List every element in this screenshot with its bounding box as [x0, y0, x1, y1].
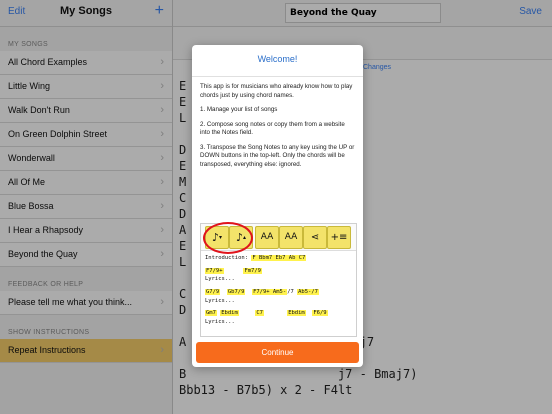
step-3-text: 3. Transpose the Song Notes to any key u…: [200, 143, 355, 168]
preview-chord: C7: [255, 310, 264, 317]
welcome-dialog: Welcome! This app is for musicians who a…: [192, 45, 363, 367]
preview-toolbar: ♪▾ ♪▴ AA AA ⋖ +≡: [201, 222, 356, 254]
font-larger-icon: AA: [279, 226, 303, 249]
step-2-text: 2. Compose song notes or copy them from …: [200, 120, 345, 137]
preview-chord: Gb7/9: [226, 289, 246, 296]
preview-lyrics: Lyrics...: [205, 276, 235, 283]
preview-chord: F7/9+: [205, 267, 224, 274]
preview-chord: F Bbm7 Eb7 Ab C7: [251, 255, 307, 261]
highlight-ring: [203, 222, 253, 254]
preview-label: Introduction:: [205, 255, 249, 261]
preview-chord: G7/9: [205, 289, 221, 296]
preview-chord: Ab5-/7: [297, 289, 319, 296]
share-icon: ⋖: [303, 226, 327, 249]
preview-chord: Fm7/9: [243, 267, 262, 274]
dialog-body: This app is for musicians who already kn…: [192, 77, 363, 181]
app-preview: ♪▾ ♪▴ AA AA ⋖ +≡ Introduction: F Bbm7 Eb…: [200, 222, 357, 337]
preview-chord: Ebdim: [287, 310, 306, 317]
preview-chord: Gm7: [205, 310, 217, 317]
intro-text: This app is for musicians who already kn…: [200, 83, 353, 99]
font-smaller-icon: AA: [255, 226, 279, 249]
dialog-title: Welcome!: [192, 45, 363, 77]
add-chord-icon: +≡: [327, 226, 351, 249]
preview-chord: F7/9+ Am5-: [252, 289, 288, 296]
continue-button[interactable]: Continue: [196, 342, 359, 363]
preview-text: /7: [287, 289, 294, 296]
preview-chord: F6/9: [312, 310, 328, 317]
step-1-text: 1. Manage your list of songs: [200, 106, 278, 113]
preview-notes: Introduction: F Bbm7 Eb7 Ab C7 F7/9+ Fm7…: [205, 255, 351, 328]
app: Edit My Songs + MY SONGS All Chord Examp…: [0, 0, 552, 414]
preview-chord: Ebdim: [220, 310, 239, 317]
preview-lyrics: Lyrics...: [205, 319, 235, 326]
preview-lyrics: Lyrics...: [205, 297, 235, 304]
